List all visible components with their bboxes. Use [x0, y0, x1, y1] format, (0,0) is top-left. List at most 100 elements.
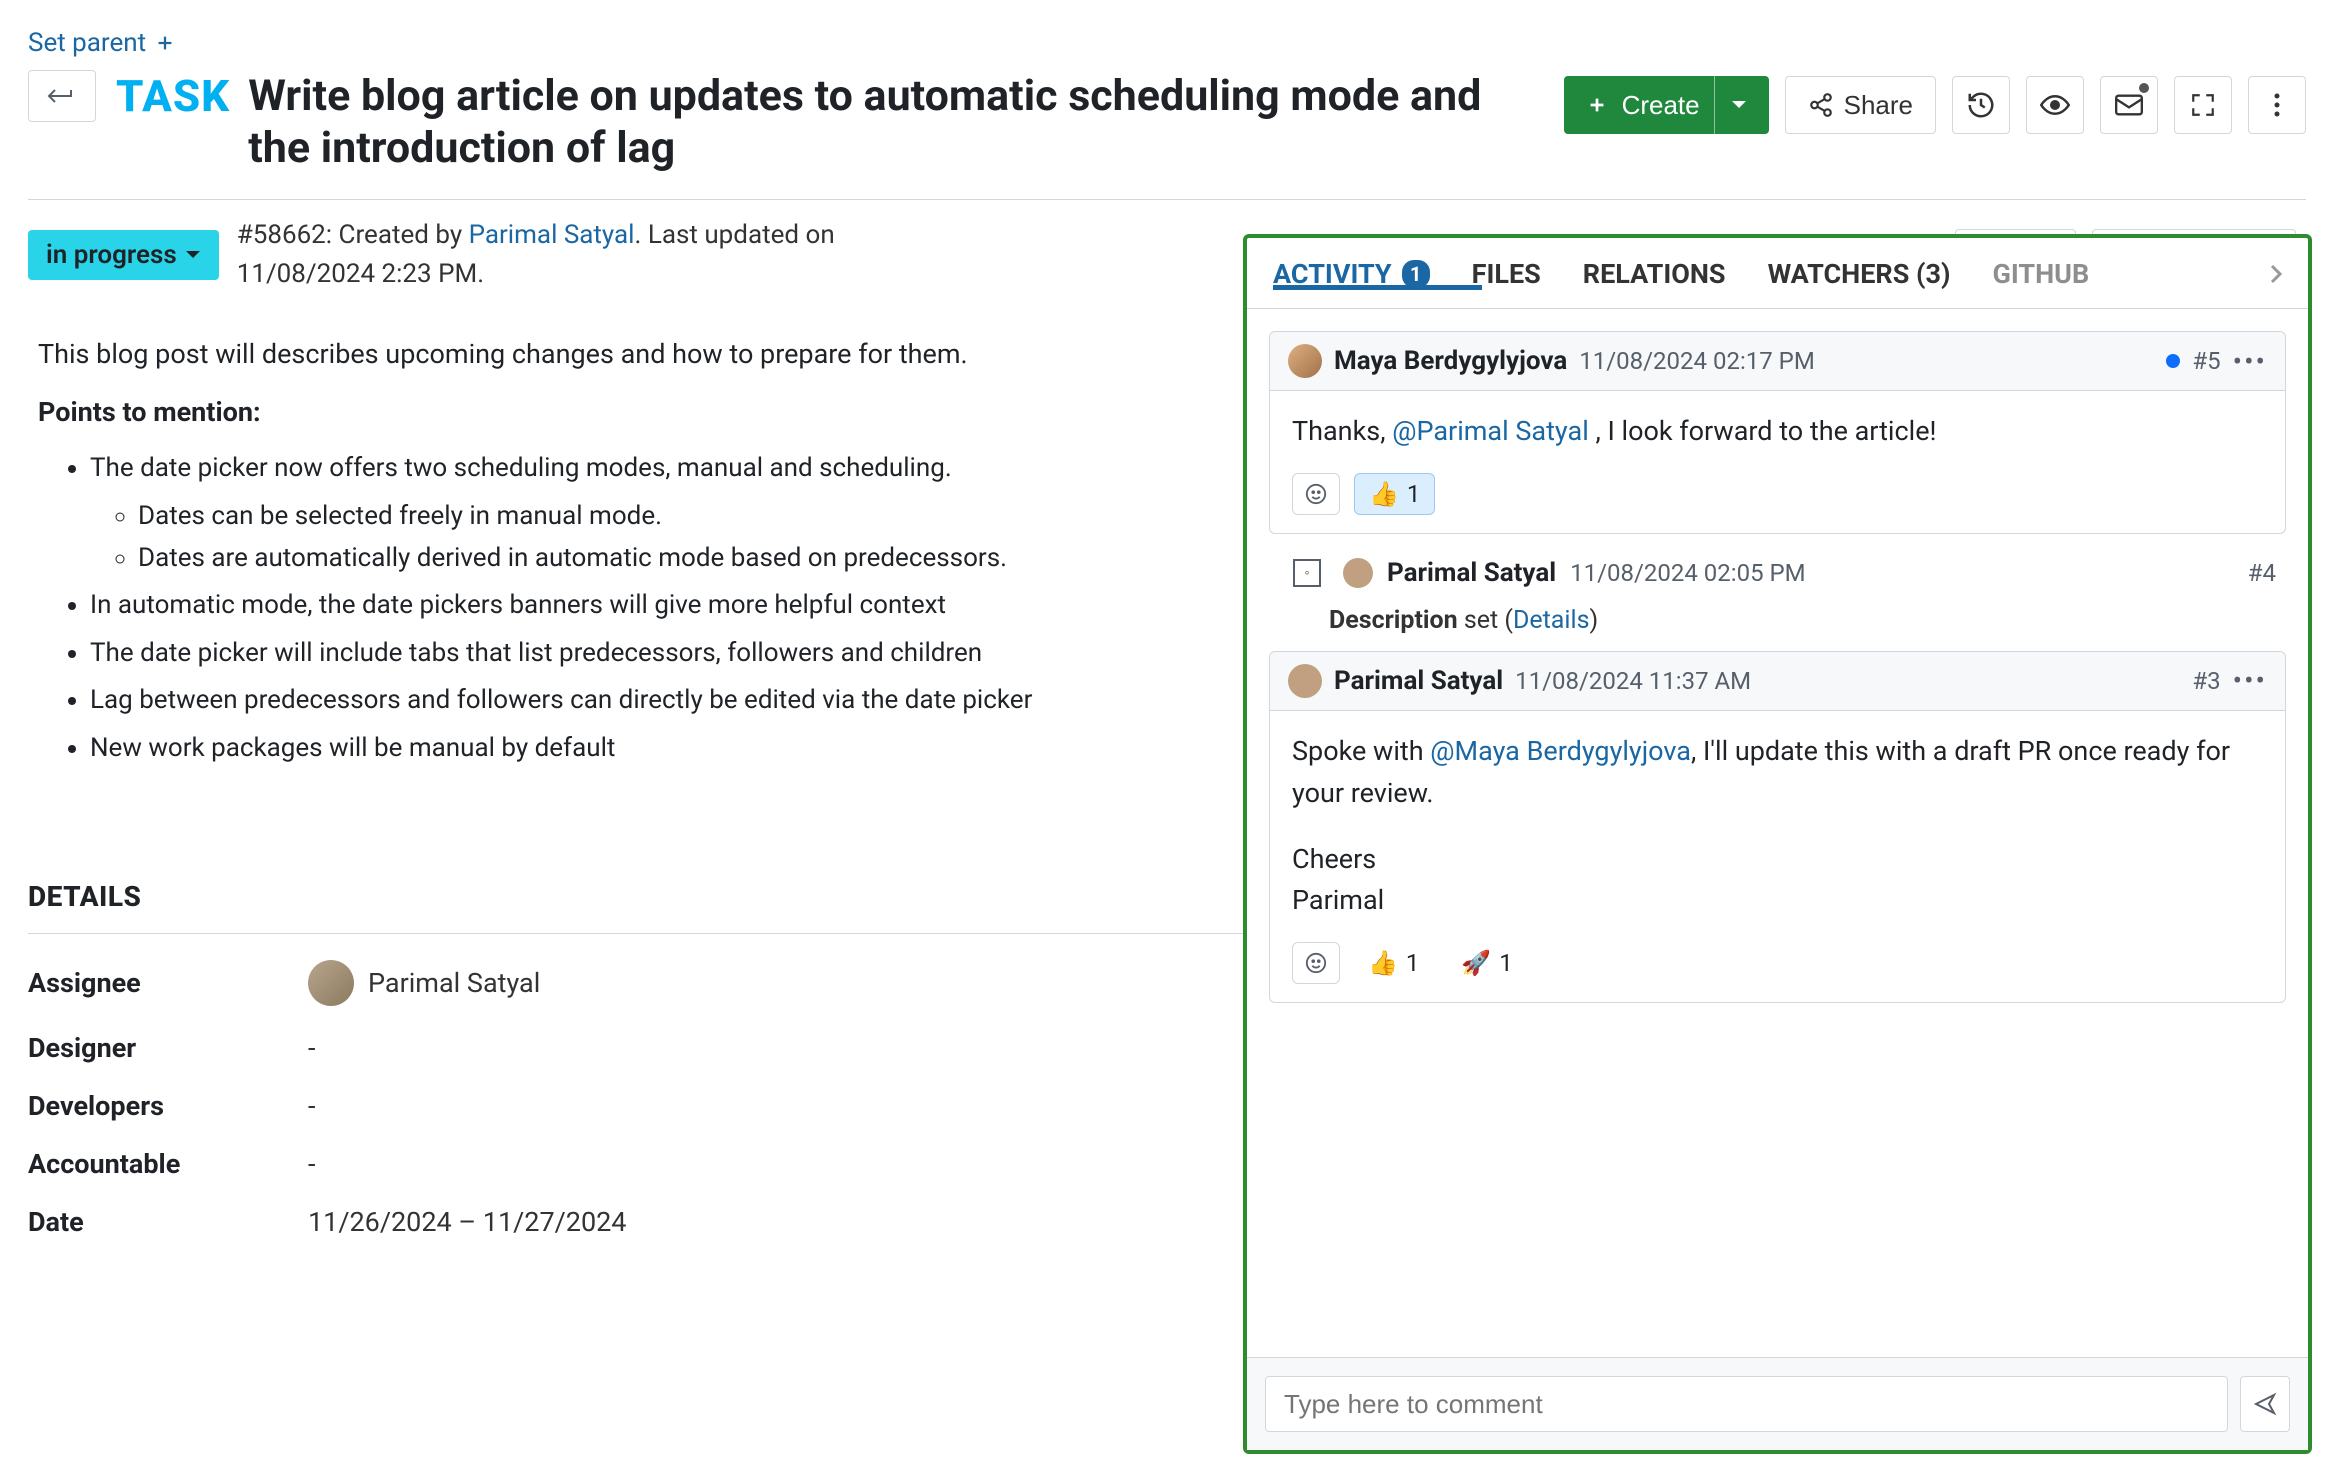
tab-underline [1273, 285, 1482, 290]
comment-timestamp: 11/08/2024 11:37 AM [1515, 667, 1751, 695]
comment-sequence[interactable]: #3 [2192, 667, 2220, 695]
created-by-link[interactable]: Parimal Satyal [469, 220, 635, 250]
comment-author[interactable]: Maya Berdygylyjova [1334, 346, 1567, 376]
system-timestamp: 11/08/2024 02:05 PM [1570, 559, 1805, 587]
date-label: Date [28, 1206, 308, 1238]
plus-icon [154, 32, 176, 54]
smiley-icon [1305, 483, 1327, 505]
history-icon [1966, 90, 1996, 120]
page-title[interactable]: Write blog article on updates to automat… [248, 70, 1543, 175]
thumbs-up-icon: 👍 [1368, 949, 1398, 977]
comment-author[interactable]: Parimal Satyal [1334, 666, 1503, 696]
header-divider [28, 199, 2306, 200]
tab-relations[interactable]: RELATIONS [1583, 258, 1726, 290]
set-parent-label: Set parent [28, 28, 146, 58]
send-icon [2253, 1392, 2277, 1416]
tab-files[interactable]: FILES [1472, 258, 1541, 290]
create-label: Create [1622, 90, 1700, 121]
chevron-down-icon [185, 250, 201, 260]
thumbs-up-icon: 👍 [1369, 480, 1399, 508]
notification-dot-icon [2139, 83, 2149, 93]
created-by-label: Created by [339, 220, 463, 250]
last-updated-label: Last updated on [648, 220, 835, 250]
system-author[interactable]: Parimal Satyal [1387, 558, 1556, 588]
reaction-count: 1 [1406, 949, 1420, 977]
details-link[interactable]: Details [1513, 606, 1590, 635]
create-dropdown-toggle[interactable] [1714, 76, 1763, 134]
activity-panel: ACTIVITY 1 FILES RELATIONS WATCHERS (3) … [1243, 234, 2312, 1454]
chevron-right-icon [2270, 264, 2282, 284]
tabs-scroll-right[interactable] [2270, 264, 2282, 284]
tab-github[interactable]: GITHUB [1992, 258, 2089, 290]
set-parent-link[interactable]: Set parent [28, 28, 2306, 58]
back-arrow-icon [45, 86, 79, 106]
reaction-count: 1 [1407, 480, 1421, 508]
create-button[interactable]: Create [1564, 76, 1769, 134]
avatar [308, 960, 354, 1006]
comment-timestamp: 11/08/2024 02:17 PM [1579, 347, 1814, 375]
comment-input[interactable] [1265, 1376, 2228, 1432]
comment-text: , I look forward to the article! [1589, 415, 1937, 447]
comment-text: Spoke with [1292, 735, 1430, 767]
comment-sequence[interactable]: #5 [2192, 347, 2220, 375]
designer-label: Designer [28, 1032, 308, 1064]
tab-watchers[interactable]: WATCHERS (3) [1768, 258, 1951, 290]
assignee-value: Parimal Satyal [368, 967, 540, 999]
comment-more-button[interactable]: ••• [2233, 664, 2267, 697]
avatar [1288, 344, 1322, 378]
share-icon [1808, 92, 1834, 118]
reaction-chip[interactable]: 👍 1 [1354, 473, 1435, 515]
expand-icon [2190, 92, 2216, 118]
accountable-label: Accountable [28, 1148, 308, 1180]
back-button[interactable] [28, 70, 96, 122]
system-field: Description [1329, 606, 1458, 635]
plus-icon [1586, 94, 1608, 116]
activity-comment: Parimal Satyal 11/08/2024 11:37 AM #3 ••… [1269, 651, 2286, 1003]
system-text: ) [1589, 606, 1598, 635]
reaction-chip[interactable]: 👍 1 [1354, 943, 1433, 983]
designer-value: - [308, 1032, 315, 1064]
status-label: in progress [46, 240, 177, 270]
share-label: Share [1844, 90, 1913, 121]
system-text: set ( [1458, 606, 1513, 635]
activity-count-badge: 1 [1402, 260, 1430, 288]
accountable-value: - [308, 1148, 315, 1180]
last-updated-value: 11/08/2024 2:23 PM [237, 259, 478, 289]
kebab-icon [2274, 93, 2280, 117]
fullscreen-button[interactable] [2174, 76, 2232, 134]
activity-comment: Maya Berdygylyjova 11/08/2024 02:17 PM #… [1269, 331, 2286, 534]
mention-link[interactable]: @Maya Berdygylyjova [1430, 735, 1691, 767]
add-reaction-button[interactable] [1292, 942, 1340, 984]
add-reaction-button[interactable] [1292, 473, 1340, 515]
smiley-icon [1305, 952, 1327, 974]
developers-value: - [308, 1090, 315, 1122]
system-sequence[interactable]: #4 [2248, 559, 2276, 587]
reaction-count: 1 [1499, 949, 1513, 977]
send-comment-button[interactable] [2240, 1376, 2290, 1432]
reaction-chip[interactable]: 🚀 1 [1447, 943, 1526, 983]
more-menu-button[interactable] [2248, 76, 2306, 134]
assignee-label: Assignee [28, 967, 308, 999]
comment-more-button[interactable]: ••• [2233, 345, 2267, 378]
comment-text: Parimal [1292, 880, 2263, 922]
comment-text: Cheers [1292, 839, 2263, 881]
date-value: 11/26/2024 – 11/27/2024 [308, 1206, 626, 1238]
rocket-icon: 🚀 [1461, 949, 1491, 977]
avatar [1343, 558, 1373, 588]
watch-button[interactable] [2026, 76, 2084, 134]
developers-label: Developers [28, 1090, 308, 1122]
unread-dot-icon [2166, 354, 2180, 368]
notification-button[interactable] [2100, 76, 2158, 134]
meta-info: #58662: Created by Parimal Satyal. Last … [237, 216, 835, 294]
mention-link[interactable]: @Parimal Satyal [1392, 415, 1589, 447]
work-package-id: #58662 [237, 220, 326, 250]
status-dropdown[interactable]: in progress [28, 230, 219, 280]
activity-history-button[interactable] [1952, 76, 2010, 134]
comment-text: Thanks, [1292, 415, 1392, 447]
envelope-icon [2115, 94, 2143, 116]
description-change-icon: ◦ [1293, 559, 1321, 587]
eye-icon [2040, 95, 2070, 115]
avatar [1288, 664, 1322, 698]
type-badge: TASK [116, 70, 230, 175]
share-button[interactable]: Share [1785, 76, 1936, 134]
